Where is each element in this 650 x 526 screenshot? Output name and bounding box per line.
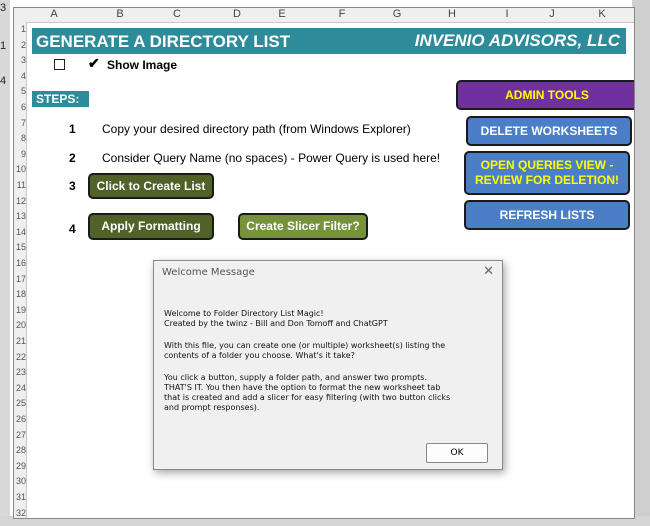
ok-button[interactable]: OK [426, 443, 488, 463]
step-number: 3 [69, 179, 76, 193]
admin-tools-button[interactable]: ADMIN TOOLS [456, 80, 634, 110]
step-text: Copy your desired directory path (from W… [102, 122, 411, 136]
row-header[interactable]: 7 [14, 118, 26, 128]
row-header[interactable]: 11 [14, 180, 26, 190]
row-header[interactable]: 27 [14, 430, 26, 440]
create-list-button[interactable]: Click to Create List [88, 173, 214, 199]
column-header[interactable]: I [489, 8, 525, 20]
dialog-text-line: Created by the twinz - Bill and Don Tomo… [164, 319, 388, 328]
row-header[interactable]: 4 [14, 71, 26, 81]
torn-edge-right [632, 0, 650, 526]
row-header[interactable]: 23 [14, 367, 26, 377]
screenshot-frame: 3 1 4 A B C D E F G H I J K 1 2 3 4 5 6 7 8 9 10 1… [0, 0, 650, 526]
dialog-text-line: THAT'S IT. You then have the option to f… [164, 383, 441, 392]
column-header[interactable]: A [36, 8, 72, 20]
column-header[interactable]: C [159, 8, 195, 20]
refresh-lists-button[interactable]: REFRESH LISTS [464, 200, 630, 230]
column-header[interactable]: J [534, 8, 570, 20]
create-slicer-button[interactable]: Create Slicer Filter? [238, 213, 368, 240]
delete-worksheets-button[interactable]: DELETE WORKSHEETS [466, 116, 632, 146]
row-header[interactable]: 8 [14, 133, 26, 143]
row-header[interactable]: 14 [14, 227, 26, 237]
dialog-text-line: contents of a folder you choose. What's … [164, 351, 355, 360]
row-header[interactable]: 26 [14, 414, 26, 424]
apply-formatting-button[interactable]: Apply Formatting [88, 213, 214, 240]
dialog-text-line: Welcome to Folder Directory List Magic! [164, 309, 324, 318]
step-number: 2 [69, 151, 76, 165]
dialog-title: Welcome Message [162, 267, 255, 278]
left-fragment: 3 [0, 2, 7, 14]
dialog-text-line: that is created and add a slicer for eas… [164, 393, 451, 402]
close-icon[interactable]: ✕ [483, 264, 494, 279]
row-header[interactable]: 20 [14, 320, 26, 330]
open-queries-button[interactable]: OPEN QUERIES VIEW - REVIEW FOR DELETION! [464, 151, 630, 195]
column-header-bar: A B C D E F G H I J K [14, 8, 634, 23]
open-queries-line: REVIEW FOR DELETION! [475, 173, 619, 187]
show-image-label: Show Image [107, 58, 178, 72]
row-header[interactable]: 13 [14, 211, 26, 221]
dialog-text-line: and prompt responses). [164, 403, 260, 412]
row-header[interactable]: 19 [14, 305, 26, 315]
row-header[interactable]: 29 [14, 461, 26, 471]
column-header[interactable]: G [379, 8, 415, 20]
row-header[interactable]: 28 [14, 445, 26, 455]
column-header[interactable]: B [102, 8, 138, 20]
row-header[interactable]: 6 [14, 102, 26, 112]
row-header[interactable]: 5 [14, 86, 26, 96]
sheet-title: GENERATE A DIRECTORY LIST [36, 32, 291, 51]
column-header[interactable]: D [219, 8, 255, 20]
dialog-text-line: You click a button, supply a folder path… [164, 373, 427, 382]
step-text: Consider Query Name (no spaces) - Power … [102, 151, 441, 165]
step-number: 1 [69, 122, 76, 136]
row-header[interactable]: 18 [14, 289, 26, 299]
title-banner: GENERATE A DIRECTORY LIST INVENIO ADVISO… [32, 28, 626, 54]
left-fragment: 4 [0, 75, 7, 87]
dialog-text-line: With this file, you can create one (or m… [164, 341, 446, 350]
row-header[interactable]: 2 [14, 40, 26, 50]
open-queries-line: OPEN QUERIES VIEW - [480, 158, 614, 172]
row-header[interactable]: 22 [14, 352, 26, 362]
row-header[interactable]: 17 [14, 274, 26, 284]
column-header[interactable]: K [584, 8, 620, 20]
row-header[interactable]: 9 [14, 149, 26, 159]
row-header[interactable]: 25 [14, 398, 26, 408]
row-header[interactable]: 30 [14, 476, 26, 486]
row-header-bar: 1 2 3 4 5 6 7 8 9 10 11 12 13 14 15 16 17 18 19 20 21 22 23 24 2… [14, 22, 27, 518]
row-header[interactable]: 15 [14, 242, 26, 252]
column-header[interactable]: F [324, 8, 360, 20]
welcome-dialog: Welcome Message ✕ Welcome to Folder Dire… [153, 260, 503, 470]
row-header[interactable]: 21 [14, 336, 26, 346]
steps-heading: STEPS: [32, 91, 89, 107]
show-image-checkbox[interactable] [54, 59, 65, 70]
row-header[interactable]: 31 [14, 492, 26, 502]
row-header[interactable]: 32 [14, 508, 26, 518]
column-header[interactable]: E [264, 8, 300, 20]
checkmark-icon: ✔ [88, 55, 100, 71]
row-header[interactable]: 16 [14, 258, 26, 268]
row-header[interactable]: 24 [14, 383, 26, 393]
column-header[interactable]: H [434, 8, 470, 20]
row-header[interactable]: 12 [14, 196, 26, 206]
brand-name: INVENIO ADVISORS, LLC [414, 31, 620, 50]
left-fragment: 1 [0, 40, 7, 52]
row-header[interactable]: 3 [14, 55, 26, 65]
step-number: 4 [69, 222, 76, 236]
row-header[interactable]: 1 [14, 24, 26, 34]
row-header[interactable]: 10 [14, 164, 26, 174]
